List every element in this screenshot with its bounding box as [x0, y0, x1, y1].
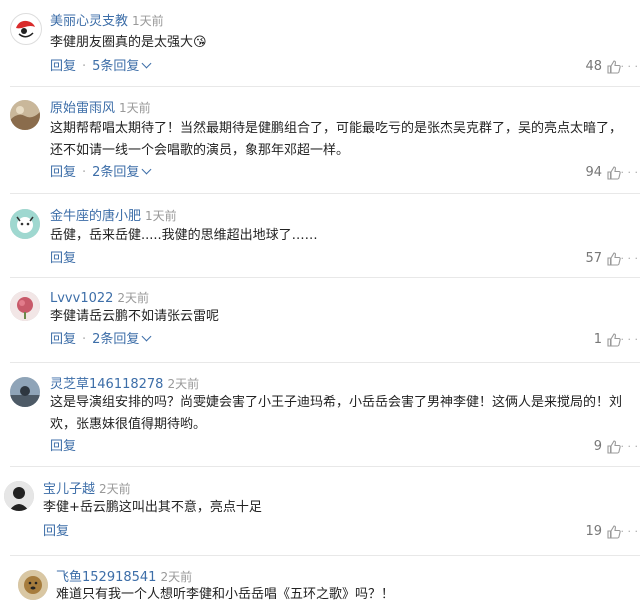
comment-meta: 原始雷雨风 1天前	[50, 97, 151, 117]
avatar-image	[10, 377, 40, 407]
like-count: 9	[593, 439, 602, 454]
comment-actions: 回复	[50, 437, 76, 457]
avatar[interactable]	[10, 209, 40, 239]
timestamp: 2天前	[117, 291, 150, 305]
comment-actions: 回复 · 5条回复	[50, 57, 152, 77]
reply-button[interactable]: 回复	[50, 439, 76, 454]
more-options-button[interactable]: · · ·	[621, 330, 638, 350]
comment-actions: 回复	[50, 249, 76, 269]
comment-text: 李健请岳云鹏不如请张云雷呢	[50, 309, 220, 324]
comment-text: 岳健，岳来岳健.....我健的思维超出地球了……	[50, 228, 318, 243]
comment-meta: 宝儿子越 2天前	[43, 478, 131, 498]
like-button[interactable]: 19	[585, 522, 622, 542]
comment-item: 灵芝草146118278 2天前 这是导演组安排的吗？尚雯婕会害了小王子迪玛希，小…	[0, 373, 640, 468]
reply-button[interactable]: 回复	[50, 251, 76, 266]
replies-count: 2条回复	[92, 165, 140, 180]
avatar[interactable]	[10, 100, 40, 130]
like-count: 94	[585, 165, 602, 180]
comment-item: 飞鱼152918541 2天前 难道只有我一个人想听李健和小岳岳唱《五环之歌》吗？…	[0, 566, 640, 605]
comment-text: 这是导演组安排的吗？尚雯婕会害了小王子迪玛希，小岳岳会害了男神李健！这俩人是来搅…	[50, 395, 623, 432]
reply-button[interactable]: 回复	[50, 59, 76, 74]
comment-text: 难道只有我一个人想听李健和小岳岳唱《五环之歌》吗？！	[56, 587, 395, 602]
like-count: 57	[585, 251, 602, 266]
divider	[10, 555, 640, 556]
like-button[interactable]: 1	[594, 330, 622, 350]
divider	[10, 466, 640, 467]
like-count: 1	[593, 332, 602, 347]
avatar-image	[18, 570, 48, 600]
timestamp: 1天前	[132, 14, 164, 28]
chevron-down-icon	[141, 331, 152, 342]
comment-meta: 金牛座的唐小肥 1天前	[50, 205, 177, 225]
like-count: 48	[585, 59, 602, 74]
avatar[interactable]	[4, 481, 34, 511]
chevron-down-icon	[141, 58, 152, 69]
reply-button[interactable]: 回复	[43, 524, 69, 539]
comment-text: 李健+岳云鹏这叫出其不意，亮点十足	[43, 500, 262, 515]
divider	[10, 193, 640, 194]
comment-meta: 美丽心灵支教 1天前	[50, 10, 164, 30]
chevron-down-icon	[141, 164, 152, 175]
avatar-image	[10, 100, 40, 130]
user-name[interactable]: 原始雷雨风	[50, 101, 115, 116]
comment-item: 金牛座的唐小肥 1天前 岳健，岳来岳健.....我健的思维超出地球了…… 回复 5…	[0, 205, 640, 277]
avatar-image	[10, 209, 40, 239]
comment-actions: 回复 · 2条回复	[50, 330, 152, 350]
avatar[interactable]	[18, 570, 48, 600]
replies-count: 2条回复	[92, 332, 140, 347]
comment-item: 宝儿子越 2天前 李健+岳云鹏这叫出其不意，亮点十足 回复 19 · · ·	[0, 478, 640, 548]
separator-dot: ·	[82, 59, 87, 74]
reply-button[interactable]: 回复	[50, 165, 76, 180]
comment-item: 美丽心灵支教 1天前 李健朋友圈真的是太强大😘 回复 · 5条回复 48 · · ·	[0, 10, 640, 85]
view-replies-button[interactable]: 2条回复	[92, 164, 152, 180]
timestamp: 2天前	[167, 377, 200, 391]
comment-meta: Lvvv1022 2天前	[50, 287, 149, 307]
like-button[interactable]: 57	[585, 249, 622, 269]
user-name[interactable]: 飞鱼152918541	[56, 570, 156, 585]
more-options-button[interactable]: · · ·	[621, 163, 638, 183]
comment-text: 李健朋友圈真的是太强大😘	[50, 35, 207, 50]
divider	[10, 86, 640, 87]
timestamp: 2天前	[160, 570, 193, 584]
more-options-button[interactable]: · · ·	[621, 437, 638, 457]
divider	[10, 362, 640, 363]
user-name[interactable]: 宝儿子越	[43, 482, 95, 497]
user-name[interactable]: Lvvv1022	[50, 291, 113, 306]
like-button[interactable]: 48	[585, 57, 622, 77]
comment-meta: 灵芝草146118278 2天前	[50, 373, 199, 393]
comment-meta: 飞鱼152918541 2天前	[56, 566, 192, 586]
avatar-image	[4, 481, 34, 511]
timestamp: 2天前	[99, 482, 131, 496]
separator-dot: ·	[82, 165, 87, 180]
user-name[interactable]: 灵芝草146118278	[50, 377, 163, 392]
avatar-image	[12, 15, 40, 43]
avatar[interactable]	[10, 377, 40, 407]
reply-button[interactable]: 回复	[50, 332, 76, 347]
divider	[10, 277, 640, 278]
separator-dot: ·	[82, 332, 87, 347]
user-name[interactable]: 金牛座的唐小肥	[50, 209, 141, 224]
comment-item: 原始雷雨风 1天前 这期帮帮唱太期待了！当然最期待是健鹏组合了，可能最吃亏的是张杰…	[0, 97, 640, 192]
comment-actions: 回复	[43, 522, 69, 542]
replies-count: 5条回复	[92, 59, 140, 74]
like-count: 19	[585, 524, 602, 539]
avatar-image	[10, 291, 40, 321]
more-options-button[interactable]: · · ·	[621, 57, 638, 77]
avatar[interactable]	[10, 291, 40, 321]
more-options-button[interactable]: · · ·	[621, 522, 638, 542]
like-button[interactable]: 9	[594, 437, 622, 457]
more-options-button[interactable]: · · ·	[621, 249, 638, 269]
avatar[interactable]	[10, 13, 42, 45]
timestamp: 1天前	[119, 101, 151, 115]
view-replies-button[interactable]: 2条回复	[92, 331, 152, 347]
user-name[interactable]: 美丽心灵支教	[50, 14, 128, 29]
comment-actions: 回复 · 2条回复	[50, 163, 152, 183]
timestamp: 1天前	[145, 209, 177, 223]
like-button[interactable]: 94	[585, 163, 622, 183]
comment-item: Lvvv1022 2天前 李健请岳云鹏不如请张云雷呢 回复 · 2条回复 1 · · …	[0, 287, 640, 362]
comment-text: 这期帮帮唱太期待了！当然最期待是健鹏组合了，可能最吃亏的是张杰吴克群了，吴的亮点…	[50, 121, 623, 158]
view-replies-button[interactable]: 5条回复	[92, 58, 152, 74]
